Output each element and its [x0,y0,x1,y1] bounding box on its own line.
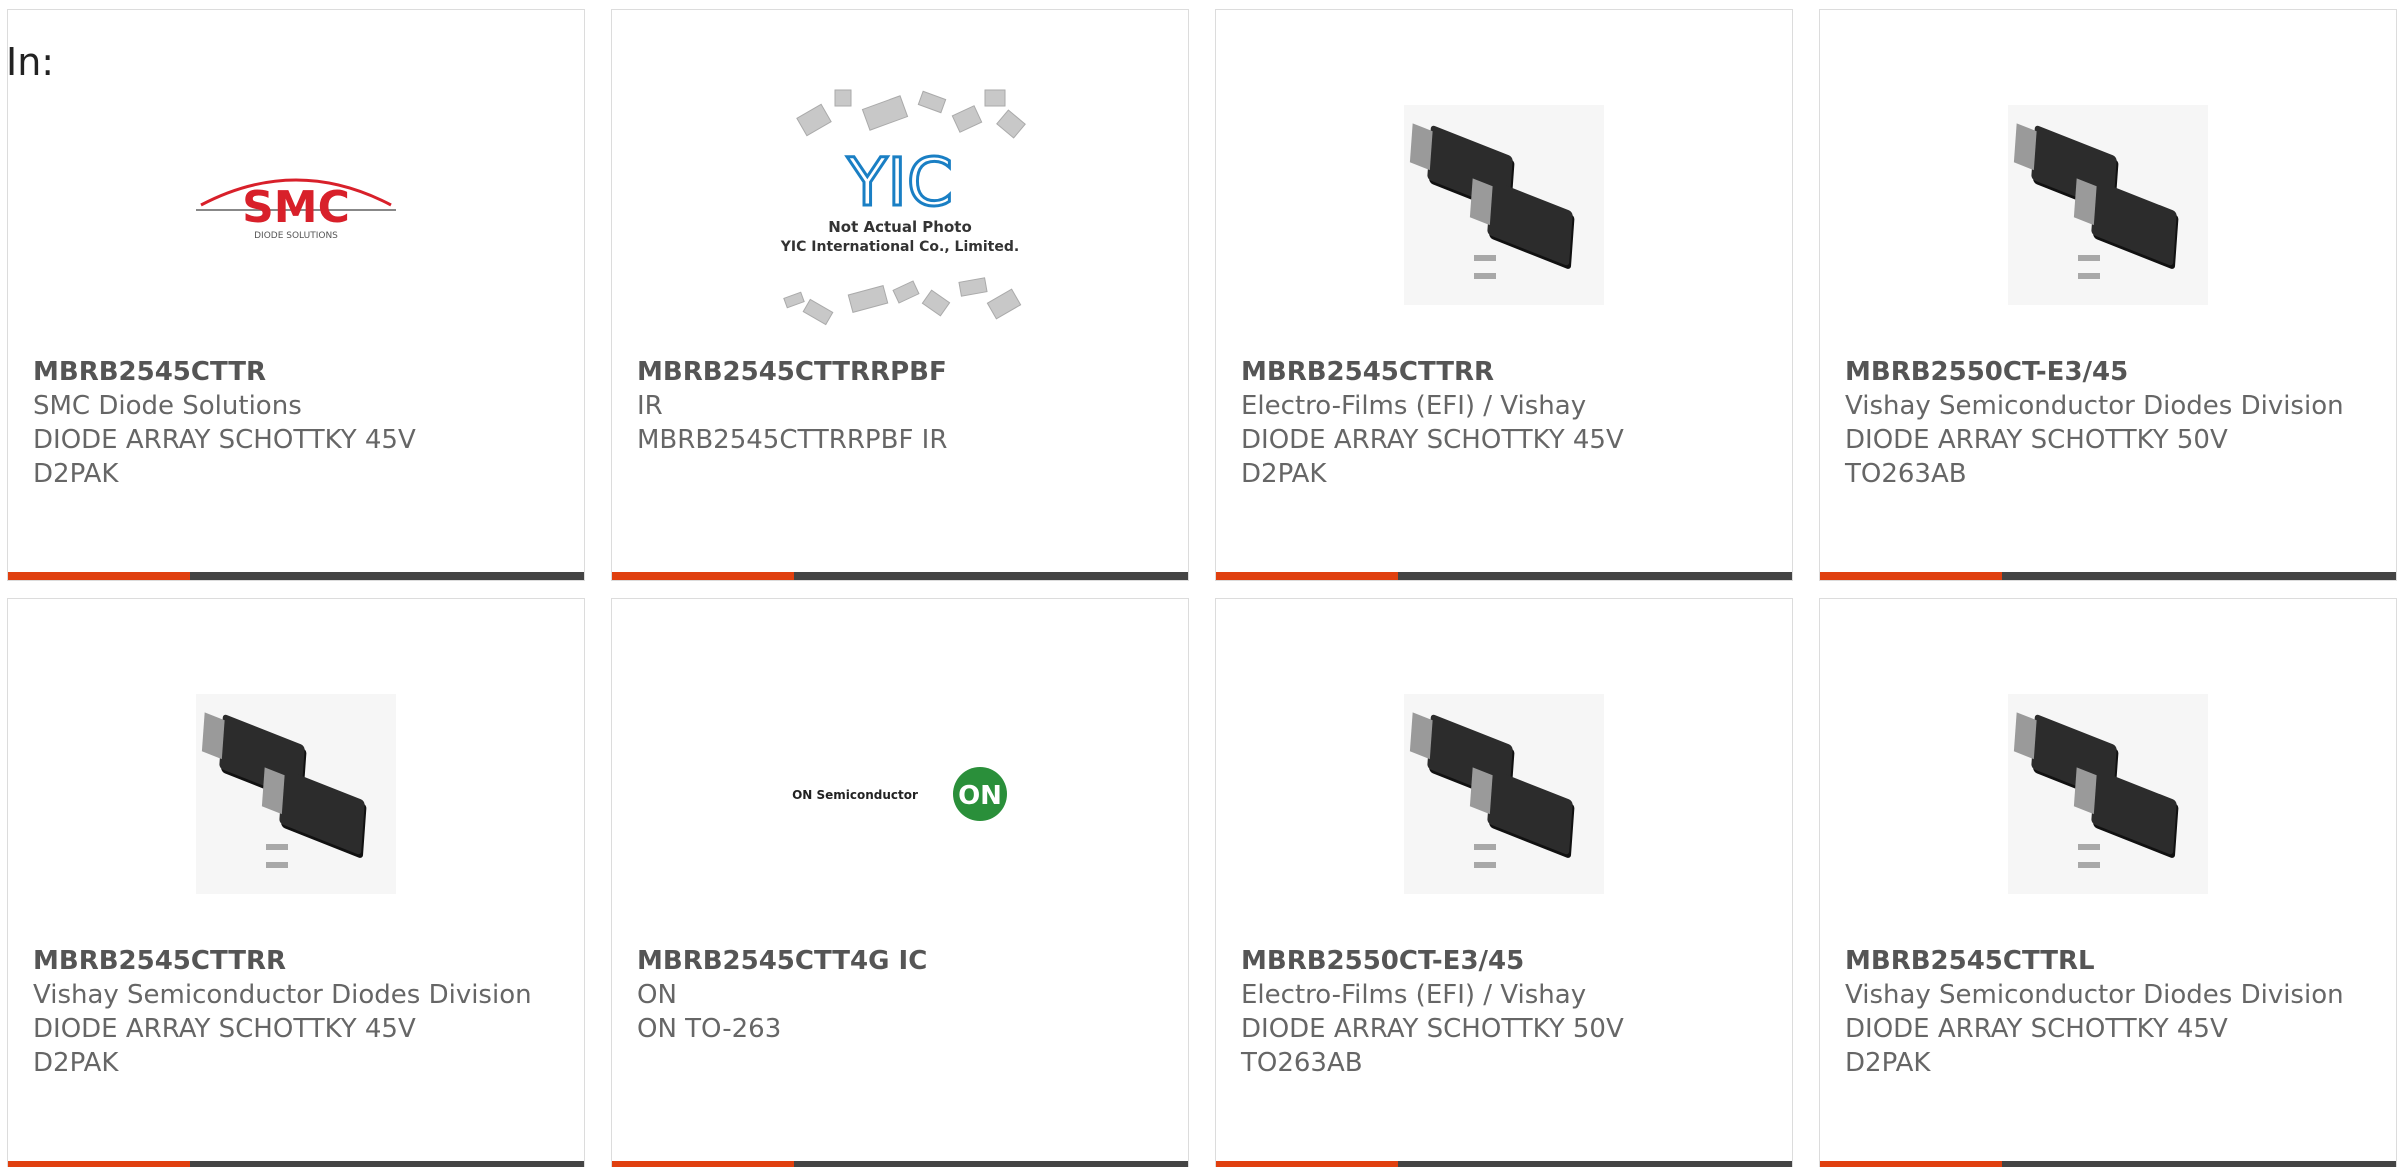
svg-text:ON: ON [958,781,1002,811]
product-card[interactable]: MBRB2550CT-E3/45 Vishay Semiconductor Di… [1819,9,2397,581]
d2pak-package-icon [196,694,396,894]
card-bottom-bar [612,572,1188,580]
description: DIODE ARRAY SCHOTTKY 50V TO263AB [1241,1014,1624,1078]
product-image[interactable] [8,659,584,929]
card-bottom-bar [1820,1161,2396,1167]
smc-logo-icon: SMC DIODE SOLUTIONS [196,178,396,241]
description: DIODE ARRAY SCHOTTKY 50V TO263AB [1845,425,2228,489]
card-accent-bar [8,1161,190,1167]
part-number-link[interactable]: MBRB2545CTTRR [1241,355,1767,389]
part-number-link[interactable]: MBRB2545CTTR [33,355,559,389]
product-image[interactable]: SMC DIODE SOLUTIONS [8,70,584,340]
product-info: MBRB2545CTTR SMC Diode Solutions DIODE A… [33,355,559,491]
product-info: MBRB2550CT-E3/45 Electro-Films (EFI) / V… [1241,944,1767,1080]
product-image[interactable] [1216,70,1792,340]
manufacturer: Electro-Films (EFI) / Vishay [1241,391,1587,421]
card-accent-bar [1820,1161,2002,1167]
svg-text:ON Semiconductor: ON Semiconductor [792,788,918,802]
part-number-link[interactable]: MBRB2550CT-E3/45 [1241,944,1767,978]
card-bottom-bar [612,1161,1188,1167]
product-card[interactable]: ON Semiconductor ON MBRB2545CTT4G IC ON … [611,598,1189,1167]
product-card[interactable]: MBRB2545CTTRR Vishay Semiconductor Diode… [7,598,585,1167]
manufacturer: Electro-Films (EFI) / Vishay [1241,980,1587,1010]
d2pak-package-icon [1404,105,1604,305]
manufacturer: SMC Diode Solutions [33,391,302,421]
product-info: MBRB2550CT-E3/45 Vishay Semiconductor Di… [1845,355,2371,491]
product-info: MBRB2545CTTRL Vishay Semiconductor Diode… [1845,944,2371,1080]
manufacturer: Vishay Semiconductor Diodes Division [1845,391,2344,421]
description: MBRB2545CTTRRPBF IR [637,425,948,455]
product-card[interactable]: MBRB2545CTTRL Vishay Semiconductor Diode… [1819,598,2397,1167]
product-image[interactable]: YIC Not Actual Photo YIC International C… [612,70,1188,340]
description: ON TO-263 [637,1014,782,1044]
card-accent-bar [8,572,190,580]
card-accent-bar [1820,572,2002,580]
description: DIODE ARRAY SCHOTTKY 45V D2PAK [33,1014,416,1078]
product-card[interactable]: YIC Not Actual Photo YIC International C… [611,9,1189,581]
card-bottom-bar [1820,572,2396,580]
card-bottom-bar [1216,1161,1792,1167]
card-bottom-bar [8,1161,584,1167]
card-accent-bar [1216,1161,1398,1167]
part-number-link[interactable]: MBRB2545CTTRRPBF [637,355,1163,389]
part-number-link[interactable]: MBRB2545CTTRR [33,944,559,978]
d2pak-package-icon [1404,694,1604,894]
card-accent-bar [612,572,794,580]
part-number-link[interactable]: MBRB2545CTT4G IC [637,944,1163,978]
description: DIODE ARRAY SCHOTTKY 45V D2PAK [1845,1014,2228,1078]
in-label: In: [6,40,55,84]
manufacturer: IR [637,391,663,421]
product-image[interactable]: ON Semiconductor ON [612,659,1188,929]
part-number-link[interactable]: MBRB2545CTTRL [1845,944,2371,978]
product-image[interactable] [1820,659,2396,929]
product-grid-page: In: SMC DIODE SOLUTIONS MBRB2545CTTR SMC… [0,0,2400,1167]
description: DIODE ARRAY SCHOTTKY 45V D2PAK [1241,425,1624,489]
description: DIODE ARRAY SCHOTTKY 45V D2PAK [33,425,416,489]
product-image[interactable] [1820,70,2396,340]
card-accent-bar [1216,572,1398,580]
svg-text:DIODE SOLUTIONS: DIODE SOLUTIONS [254,231,338,241]
card-bottom-bar [8,572,584,580]
card-bottom-bar [1216,572,1792,580]
part-number-link[interactable]: MBRB2550CT-E3/45 [1845,355,2371,389]
svg-text:YIC International Co., Limited: YIC International Co., Limited. [780,239,1019,255]
d2pak-package-icon [2008,694,2208,894]
manufacturer: Vishay Semiconductor Diodes Division [1845,980,2344,1010]
svg-text:Not Actual Photo: Not Actual Photo [828,218,972,236]
manufacturer: ON [637,980,677,1010]
product-card[interactable]: MBRB2550CT-E3/45 Electro-Films (EFI) / V… [1215,598,1793,1167]
product-info: MBRB2545CTT4G IC ON ON TO-263 [637,944,1163,1046]
yic-placeholder-icon: YIC Not Actual Photo YIC International C… [780,89,1026,326]
product-image[interactable] [1216,659,1792,929]
on-semiconductor-logo-icon: ON Semiconductor ON [792,767,1007,821]
product-info: MBRB2545CTTRRPBF IR MBRB2545CTTRRPBF IR [637,355,1163,457]
product-card[interactable]: SMC DIODE SOLUTIONS MBRB2545CTTR SMC Dio… [7,9,585,581]
d2pak-package-icon [2008,105,2208,305]
card-accent-bar [612,1161,794,1167]
svg-text:SMC: SMC [242,182,350,233]
product-card[interactable]: MBRB2545CTTRR Electro-Films (EFI) / Vish… [1215,9,1793,581]
product-info: MBRB2545CTTRR Vishay Semiconductor Diode… [33,944,559,1080]
product-info: MBRB2545CTTRR Electro-Films (EFI) / Vish… [1241,355,1767,491]
svg-text:YIC: YIC [846,144,953,221]
manufacturer: Vishay Semiconductor Diodes Division [33,980,532,1010]
